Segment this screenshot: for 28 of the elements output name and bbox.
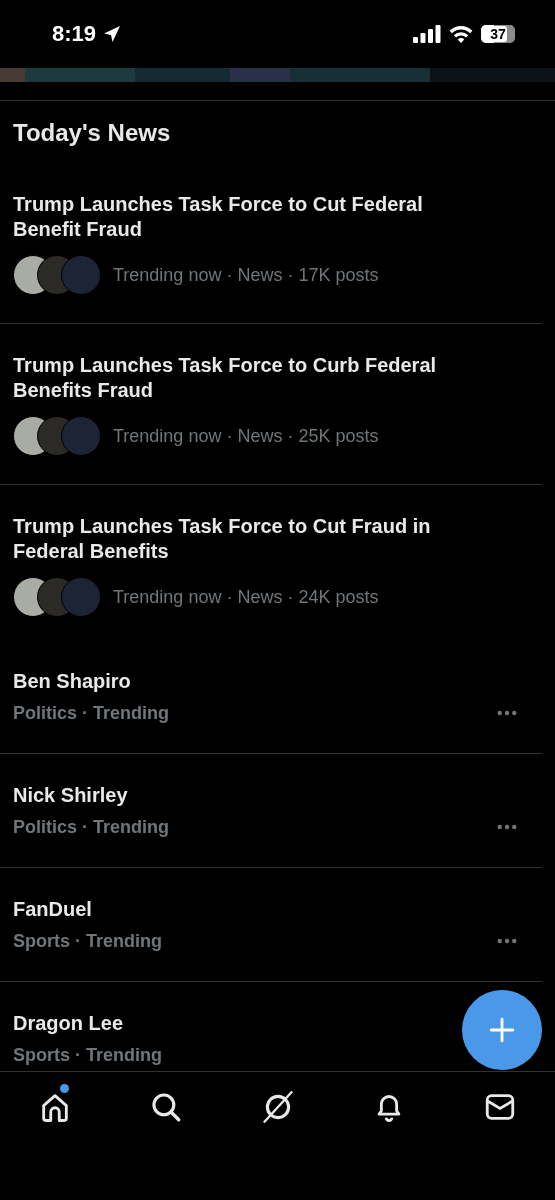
battery-icon: 37: [481, 25, 515, 43]
trend-name[interactable]: Dragon Lee: [13, 1010, 162, 1036]
avatar: [61, 577, 101, 617]
trend-context: Politics · Trending: [13, 817, 169, 838]
trend-name[interactable]: Ben Shapiro: [13, 668, 169, 694]
trend-name[interactable]: FanDuel: [13, 896, 162, 922]
more-icon[interactable]: [497, 710, 517, 716]
trend-context: Politics · Trending: [13, 703, 169, 724]
plus-icon: [489, 1017, 515, 1043]
signal-icon: [413, 25, 441, 43]
more-icon[interactable]: [497, 938, 517, 944]
wifi-icon: [449, 25, 473, 43]
headline[interactable]: Trump Launches Task Force to Cut Fraud in Federal Benefits: [13, 514, 463, 564]
clock-time: 8:19: [52, 21, 97, 47]
news-meta: Trending now · News · 17K posts: [113, 264, 379, 286]
avatar: [61, 255, 101, 295]
section-heading: Today's News: [12, 118, 172, 148]
trend-context: Sports · Trending: [13, 1045, 162, 1066]
trend-name[interactable]: Nick Shirley: [13, 782, 169, 808]
headline[interactable]: Trump Launches Task Force to Curb Federal Benefits Fraud: [13, 353, 463, 403]
trend-context: Sports · Trending: [13, 931, 162, 952]
more-icon[interactable]: [497, 824, 517, 830]
news-meta: Trending now · News · 25K posts: [113, 425, 379, 447]
headline[interactable]: Trump Launches Task Force to Cut Federal Benefit Fraud: [13, 192, 463, 242]
avatar: [61, 416, 101, 456]
news-meta: Trending now · News · 24K posts: [113, 586, 379, 608]
location-arrow-icon: [102, 24, 123, 44]
slashed-circle-icon[interactable]: [260, 1090, 295, 1124]
